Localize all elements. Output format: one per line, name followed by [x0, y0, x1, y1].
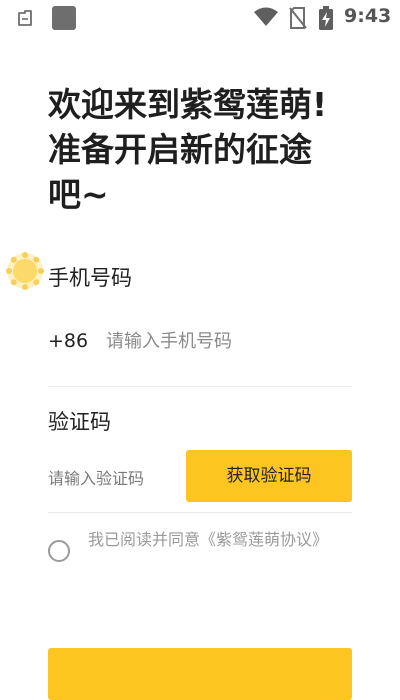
agreement-text[interactable]: 我已阅读并同意《紫鸳莲萌协议》 [88, 529, 352, 550]
phone-label: 手机号码 [48, 266, 132, 290]
wifi-icon [253, 7, 279, 27]
login-button[interactable] [48, 648, 352, 700]
agreement-radio[interactable] [48, 540, 70, 562]
notification-icon [16, 9, 36, 27]
welcome-line-2: 准备开启新的征途 [48, 130, 312, 169]
app-square-icon [52, 6, 76, 30]
country-code[interactable]: +86 [48, 330, 88, 352]
welcome-line-1: 欢迎来到紫鸳莲萌! [48, 85, 328, 124]
verification-code-label: 验证码 [48, 410, 111, 434]
status-time: 9:43 [344, 5, 392, 27]
phone-input[interactable] [106, 326, 346, 356]
status-bar: 9:43 [0, 0, 400, 36]
divider [48, 512, 352, 513]
sun-decoration-icon [4, 250, 46, 292]
battery-charging-icon [318, 5, 334, 31]
divider [48, 386, 352, 387]
welcome-line-3: 吧~ [48, 175, 109, 214]
get-code-button[interactable]: 获取验证码 [186, 450, 352, 502]
verification-code-input[interactable] [48, 464, 182, 492]
welcome-title: 欢迎来到紫鸳莲萌! 准备开启新的征途 吧~ [48, 82, 368, 217]
no-sim-icon [288, 6, 308, 30]
